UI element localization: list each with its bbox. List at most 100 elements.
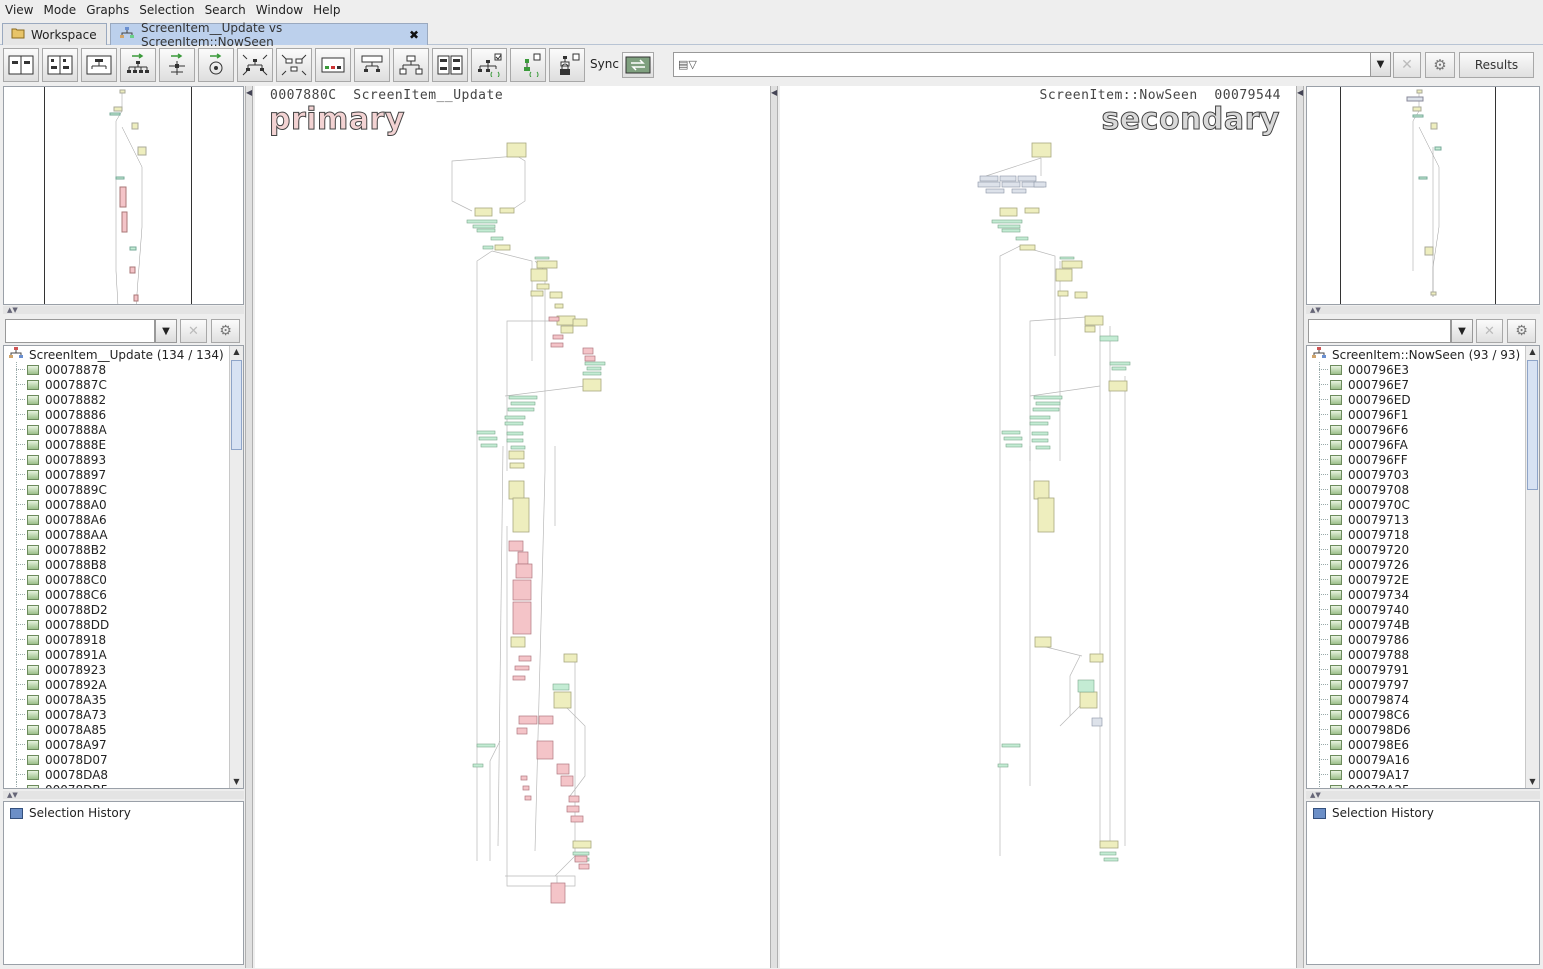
tree-item[interactable]: 00078923 bbox=[4, 662, 109, 677]
tree-item[interactable]: 00078886 bbox=[4, 407, 109, 422]
left-splitter[interactable]: ◀ bbox=[245, 86, 253, 968]
expand-nodes-button[interactable] bbox=[393, 48, 429, 82]
fit-graph-button[interactable] bbox=[237, 48, 273, 82]
tree-item[interactable]: 000788B8 bbox=[4, 557, 109, 572]
tree-item[interactable]: 00079708 bbox=[1307, 482, 1411, 497]
scroll-thumb[interactable] bbox=[231, 360, 242, 450]
tree-item[interactable]: 00079874 bbox=[1307, 692, 1411, 707]
tree-item[interactable]: 0007970C bbox=[1307, 497, 1411, 512]
tree-item[interactable]: 000796FF bbox=[1307, 452, 1411, 467]
tree-item[interactable]: 000796F1 bbox=[1307, 407, 1411, 422]
menu-selection[interactable]: Selection bbox=[134, 3, 199, 17]
circular-layout-button[interactable] bbox=[198, 48, 234, 82]
tree-item[interactable]: 00078A35 bbox=[4, 692, 109, 707]
tree-item[interactable]: 000788AA bbox=[4, 527, 109, 542]
results-button[interactable]: Results bbox=[1459, 52, 1534, 78]
side-by-side-button[interactable] bbox=[432, 48, 468, 82]
clear-search-button[interactable]: ✕ bbox=[1393, 52, 1421, 78]
primary-filter-settings-button[interactable]: ⚙ bbox=[211, 319, 240, 343]
sync-toggle-button[interactable] bbox=[622, 52, 654, 78]
menu-help[interactable]: Help bbox=[308, 3, 345, 17]
scroll-down-arrow[interactable]: ▼ bbox=[230, 776, 243, 788]
overview-viewport[interactable] bbox=[1340, 87, 1496, 304]
tree-item[interactable]: 00079786 bbox=[1307, 632, 1411, 647]
tree-item[interactable]: 00078D07 bbox=[4, 752, 109, 767]
tree-item[interactable]: 00079726 bbox=[1307, 557, 1411, 572]
tree-item[interactable]: 00079A16 bbox=[1307, 752, 1411, 767]
tree-item[interactable]: 00078DA8 bbox=[4, 767, 109, 782]
minimap-splitter[interactable]: ▲▼ bbox=[3, 306, 244, 314]
layout-horizontal-button[interactable] bbox=[3, 48, 39, 82]
scroll-up-arrow[interactable]: ▲ bbox=[1526, 346, 1539, 358]
search-settings-button[interactable]: ⚙ bbox=[1425, 52, 1455, 78]
primary-overview-minimap[interactable] bbox=[3, 86, 244, 305]
tab-workspace[interactable]: Workspace bbox=[2, 23, 107, 45]
tree-item[interactable]: 000796E3 bbox=[1307, 362, 1411, 377]
menu-view[interactable]: View bbox=[0, 3, 38, 17]
orthogonal-layout-button[interactable] bbox=[159, 48, 195, 82]
collapse-right-icon[interactable]: ◀ bbox=[1297, 88, 1303, 97]
tree-item[interactable]: 000796ED bbox=[1307, 392, 1411, 407]
tree-item[interactable]: 00079A25 bbox=[1307, 782, 1411, 788]
tree-item[interactable]: 00079740 bbox=[1307, 602, 1411, 617]
tree-item[interactable]: 00079718 bbox=[1307, 527, 1411, 542]
tree-root[interactable]: ScreenItem::NowSeen (93 / 93) bbox=[1311, 347, 1520, 362]
tree-item[interactable]: 000788A6 bbox=[4, 512, 109, 527]
primary-selection-history[interactable]: Selection History bbox=[3, 801, 244, 965]
overview-viewport[interactable] bbox=[44, 87, 192, 304]
tree-item[interactable]: 000796E7 bbox=[1307, 377, 1411, 392]
secondary-selection-history[interactable]: Selection History bbox=[1306, 801, 1540, 965]
tree-item[interactable]: 00078A85 bbox=[4, 722, 109, 737]
tree-item[interactable]: 00078A97 bbox=[4, 737, 109, 752]
layout-single-button[interactable] bbox=[81, 48, 117, 82]
tree-item[interactable]: 000798C6 bbox=[1307, 707, 1411, 722]
menu-window[interactable]: Window bbox=[251, 3, 308, 17]
collapse-nodes-button[interactable] bbox=[354, 48, 390, 82]
tree-item[interactable]: 000788B2 bbox=[4, 542, 109, 557]
secondary-filter-settings-button[interactable]: ⚙ bbox=[1507, 319, 1536, 343]
tree-item[interactable]: 000798D6 bbox=[1307, 722, 1411, 737]
tree-item[interactable]: 00078893 bbox=[4, 452, 109, 467]
scroll-up-arrow[interactable]: ▲ bbox=[230, 346, 243, 358]
tree-item[interactable]: 00078DB5 bbox=[4, 782, 109, 788]
hierarchical-layout-button[interactable] bbox=[120, 48, 156, 82]
tree-item[interactable]: 00079A17 bbox=[1307, 767, 1411, 782]
primary-filter-dropdown[interactable]: ▼ bbox=[155, 319, 177, 343]
primary-tree-scrollbar[interactable]: ▲ ▼ bbox=[229, 346, 243, 788]
search-dropdown-arrow[interactable]: ▼ bbox=[1370, 53, 1390, 76]
search-combobox[interactable]: ▤▽ ▼ bbox=[673, 52, 1391, 77]
tree-item[interactable]: 00079703 bbox=[1307, 467, 1411, 482]
layout-vertical-button[interactable] bbox=[42, 48, 78, 82]
secondary-graph-view[interactable]: ScreenItem::NowSeen 00079544 secondary bbox=[780, 86, 1296, 968]
tree-item[interactable]: 000788D2 bbox=[4, 602, 109, 617]
menu-graphs[interactable]: Graphs bbox=[81, 3, 134, 17]
tree-item[interactable]: 00078918 bbox=[4, 632, 109, 647]
tree-item[interactable]: 000796F6 bbox=[1307, 422, 1411, 437]
tree-item[interactable]: 00079720 bbox=[1307, 542, 1411, 557]
primary-filter-input[interactable] bbox=[5, 319, 155, 343]
select-matched-button[interactable] bbox=[471, 48, 507, 82]
collapse-center-icon[interactable]: ◀ bbox=[771, 88, 777, 97]
proximity-browsing-button[interactable] bbox=[315, 48, 351, 82]
secondary-function-tree[interactable]: ScreenItem::NowSeen (93 / 93) 000796E3 00… bbox=[1306, 345, 1540, 789]
right-splitter[interactable]: ◀ bbox=[1296, 86, 1304, 968]
primary-function-tree[interactable]: ScreenItem__Update (134 / 134) 00078878 0… bbox=[3, 345, 244, 789]
tree-item[interactable]: 0007974B bbox=[1307, 617, 1411, 632]
tree-item[interactable]: 00078A73 bbox=[4, 707, 109, 722]
secondary-tree-scrollbar[interactable]: ▲ ▼ bbox=[1525, 346, 1539, 788]
tree-item[interactable]: 0007891A bbox=[4, 647, 109, 662]
tab-comparison[interactable]: ScreenItem__Update vs ScreenItem::NowSee… bbox=[110, 21, 428, 49]
tree-item[interactable]: 00079791 bbox=[1307, 662, 1411, 677]
tree-item[interactable]: 0007888A bbox=[4, 422, 109, 437]
secondary-overview-minimap[interactable] bbox=[1306, 86, 1540, 305]
tree-item[interactable]: 000788A0 bbox=[4, 497, 109, 512]
center-splitter[interactable]: ◀ bbox=[770, 86, 778, 968]
search-options-icon[interactable]: ▤▽ bbox=[678, 58, 697, 71]
menu-search[interactable]: Search bbox=[200, 3, 251, 17]
tree-item[interactable]: 0007888E bbox=[4, 437, 109, 452]
menu-mode[interactable]: Mode bbox=[38, 3, 81, 17]
secondary-clear-filter-button[interactable]: ✕ bbox=[1476, 319, 1503, 343]
tree-item[interactable]: 000788DD bbox=[4, 617, 109, 632]
tree-item[interactable]: 00079734 bbox=[1307, 587, 1411, 602]
tree-item[interactable]: 00078878 bbox=[4, 362, 109, 377]
